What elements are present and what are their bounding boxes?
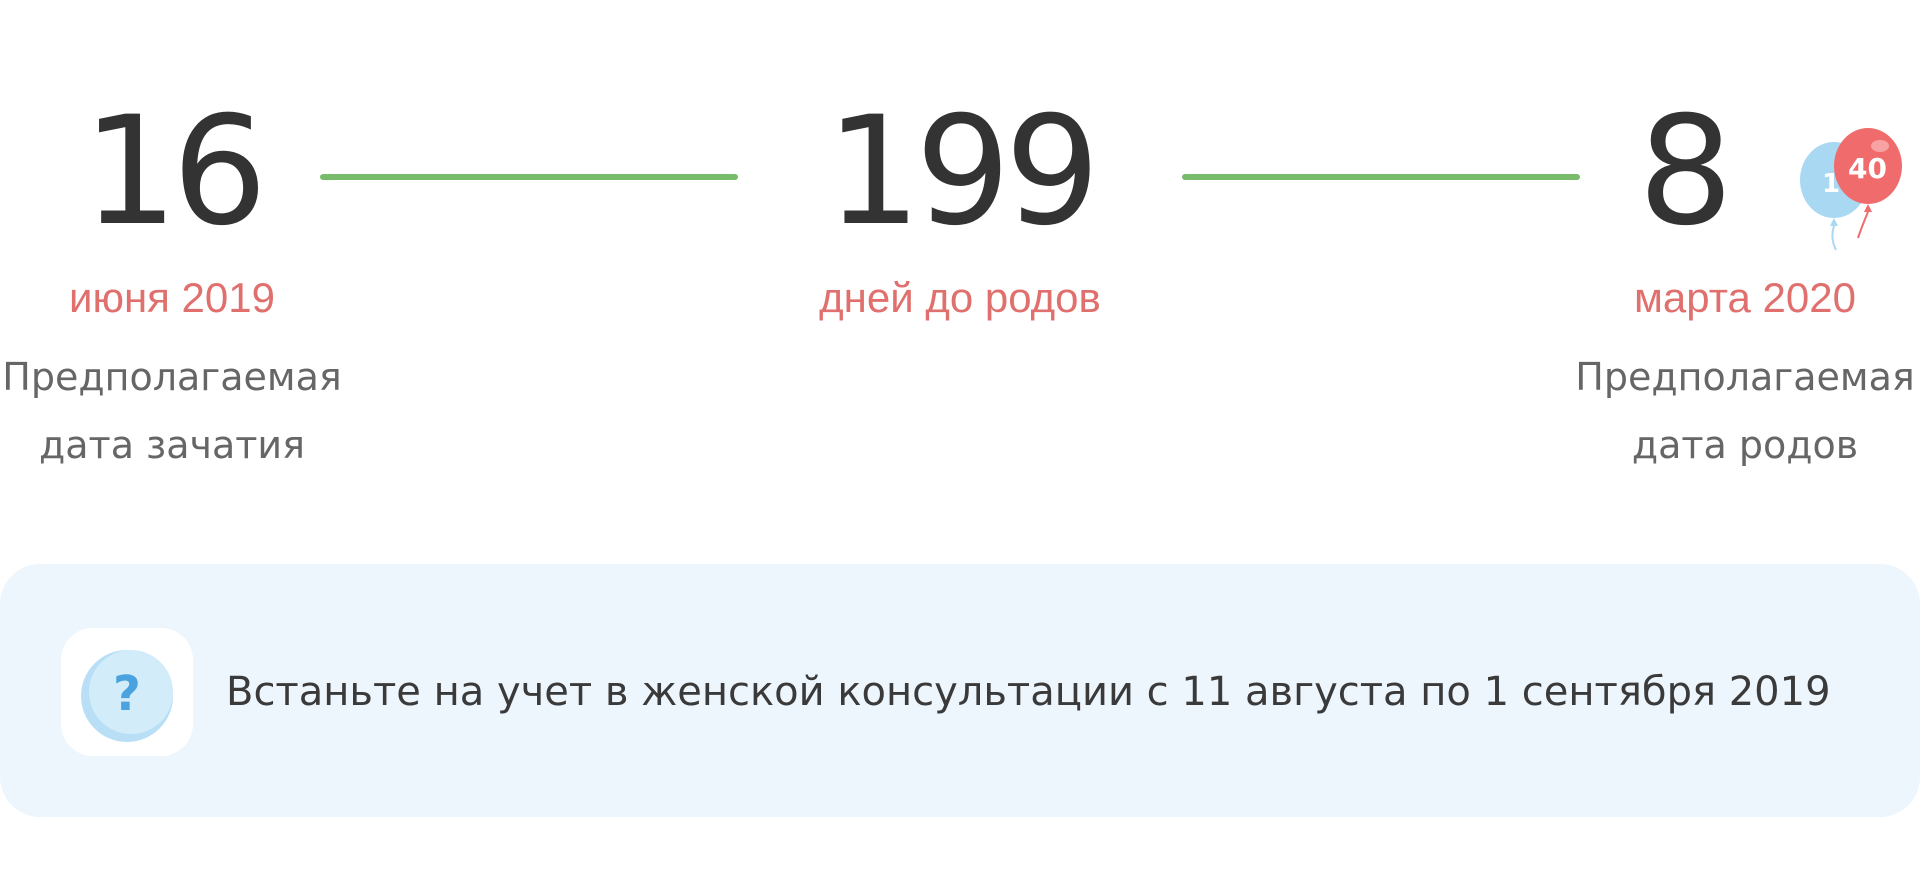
days-left-number: 199 [825,85,1100,259]
due-month-year: марта 2020 [1634,274,1856,321]
pregnancy-timeline-page: 16 июня 2019 Предполагаемая дата зачатия… [0,0,1920,879]
conception-caption-line2: дата зачатия [39,423,305,467]
due-caption: Предполагаемая дата родов [1570,343,1920,479]
conception-day-number: 16 [82,85,268,259]
conception-caption: Предполагаемая дата зачатия [0,343,344,479]
days-left-label: дней до родов [819,274,1101,321]
registration-notice: ? Встаньте на учет в женской консультаци… [0,564,1920,817]
conception-caption-line1: Предполагаемая [2,355,342,399]
balloon-label: 40 [1848,152,1887,185]
timeline-connector-left [320,174,738,180]
conception-month-year: июня 2019 [68,274,275,321]
balloons-icon: 1 40 [1796,122,1906,252]
notice-icon-container: ? [61,628,193,756]
conception-date-block: 16 июня 2019 Предполагаемая дата зачатия [0,97,344,479]
timeline-connector-right [1182,174,1580,180]
due-caption-line2: дата родов [1631,423,1859,467]
days-left-block: 199 дней до родов [740,97,1180,323]
svg-text:?: ? [113,666,141,722]
notice-text: Встаньте на учет в женской консультации … [226,669,1831,715]
question-icon: ? [81,650,173,742]
due-caption-line1: Предполагаемая [1575,355,1915,399]
